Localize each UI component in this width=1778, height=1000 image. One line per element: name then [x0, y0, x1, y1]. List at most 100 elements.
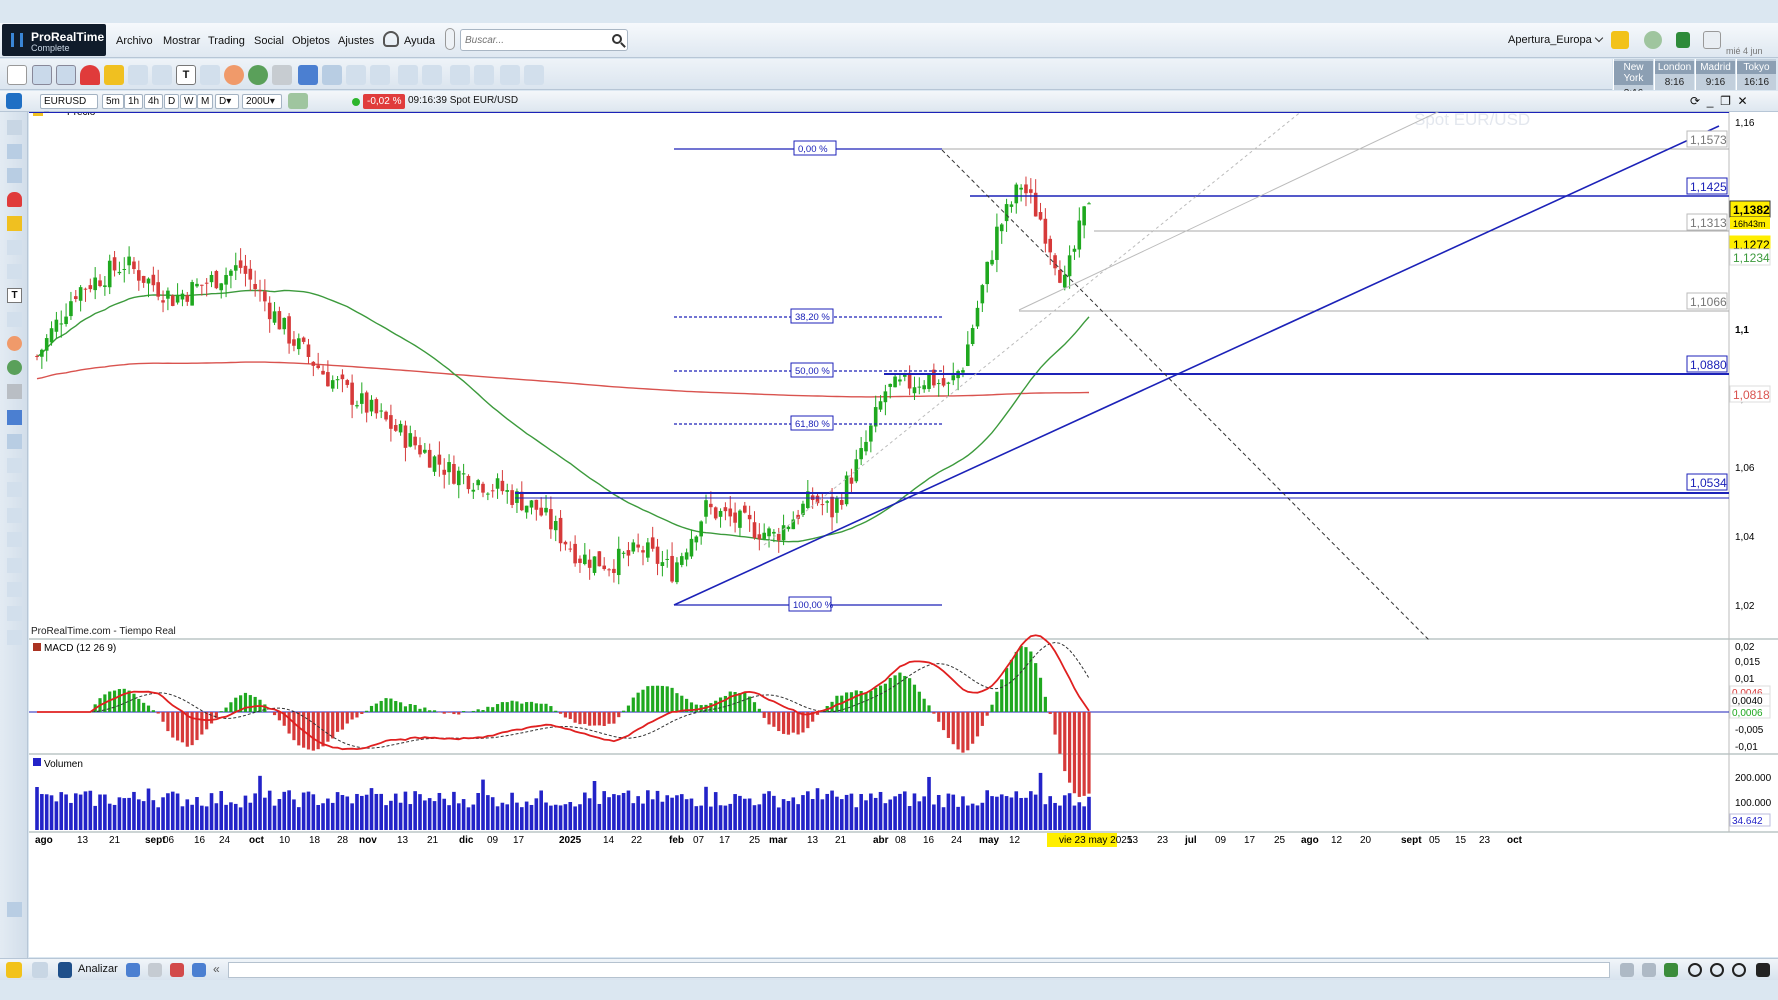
tf-w[interactable]: W — [180, 94, 198, 109]
ellipse-icon[interactable] — [7, 336, 22, 351]
arrow-tool-icon[interactable] — [370, 65, 390, 85]
headset-icon[interactable] — [383, 31, 399, 47]
tf-4h[interactable]: 4h — [144, 94, 164, 109]
trash-icon[interactable] — [272, 65, 292, 85]
settings-icon[interactable] — [7, 902, 22, 917]
fullscreen-icon[interactable] — [1756, 963, 1770, 977]
redo-icon[interactable] — [1642, 963, 1656, 977]
table-icon[interactable] — [148, 963, 162, 977]
windows-icon[interactable] — [192, 963, 206, 977]
menu-trading[interactable]: Trading — [208, 35, 245, 47]
orders-icon[interactable] — [170, 963, 184, 977]
hline-icon[interactable] — [7, 558, 22, 573]
line-tool-icon[interactable] — [152, 65, 172, 85]
lock-icon[interactable] — [104, 65, 124, 85]
hline-tool-icon[interactable] — [500, 65, 520, 85]
calculator-icon[interactable] — [1676, 32, 1690, 48]
eye-icon[interactable] — [56, 65, 76, 85]
zoom-fit-icon[interactable] — [1688, 963, 1702, 977]
zoom-tool-icon[interactable] — [32, 65, 52, 85]
menu-objetos[interactable]: Objetos — [292, 35, 330, 47]
macd-histogram-bar — [360, 712, 364, 715]
analyze-icon[interactable] — [58, 962, 72, 978]
macd-histogram-bar — [791, 712, 795, 733]
indicator-icon[interactable] — [1664, 963, 1678, 977]
magnet-icon[interactable] — [80, 65, 100, 85]
window-controls[interactable]: ⟳ _ ❐ ✕ — [1690, 94, 1748, 108]
chart-style-icon[interactable] — [288, 93, 308, 109]
ruler-icon[interactable] — [128, 65, 148, 85]
price-chart[interactable]: Precio Spot EUR/USDProRealTime.com - Tiem… — [29, 112, 1778, 957]
hatch-icon[interactable] — [474, 65, 494, 85]
fibonacci-icon[interactable] — [298, 65, 318, 85]
text-icon[interactable]: T — [7, 288, 22, 303]
chart-icon[interactable] — [126, 963, 140, 977]
hline2-icon[interactable] — [7, 606, 22, 621]
data-source-label: ProRealTime.com - Tiempo Real — [31, 626, 176, 637]
menu-social[interactable]: Social — [254, 35, 284, 47]
trash-icon[interactable] — [7, 384, 22, 399]
menu-mostrar[interactable]: Mostrar — [163, 35, 200, 47]
alerts-icon[interactable] — [1611, 31, 1629, 49]
cursor-icon[interactable] — [7, 120, 22, 135]
polyline-icon[interactable] — [7, 532, 22, 547]
tf-5m[interactable]: 5m — [102, 94, 124, 109]
refresh-icon[interactable] — [1644, 31, 1662, 49]
time-axis-label: 24 — [951, 835, 963, 846]
workspace-name: Apertura_Europa — [1508, 34, 1592, 46]
arrow-icon[interactable] — [7, 482, 22, 497]
pencil-icon[interactable] — [6, 962, 22, 978]
time-scrollbar[interactable] — [228, 962, 1610, 978]
fibo-icon[interactable] — [7, 410, 22, 425]
cycle-icon[interactable] — [7, 360, 22, 375]
candle-body — [830, 496, 834, 518]
lock-icon[interactable] — [7, 216, 22, 231]
channel-icon[interactable] — [7, 434, 22, 449]
menu-ajustes[interactable]: Ajustes — [338, 35, 374, 47]
search-box[interactable] — [460, 29, 628, 51]
tf-d[interactable]: D — [164, 94, 180, 109]
units-selector[interactable]: 200U▾ — [242, 94, 282, 109]
cycle-tool-icon[interactable] — [248, 65, 268, 85]
magnet-icon[interactable] — [7, 192, 22, 207]
tf-1h[interactable]: 1h — [124, 94, 144, 109]
segment-icon[interactable] — [7, 508, 22, 523]
menu-archivo[interactable]: Archivo — [116, 35, 153, 47]
menu-ayuda[interactable]: Ayuda — [404, 35, 435, 47]
channel-icon[interactable] — [322, 65, 342, 85]
polyline-icon[interactable] — [422, 65, 442, 85]
scan-icon[interactable] — [32, 962, 48, 978]
hatch-icon[interactable] — [7, 582, 22, 597]
candle-body — [200, 284, 204, 286]
search-icon[interactable] — [612, 34, 622, 44]
text-tool-icon[interactable]: T — [176, 65, 196, 85]
trendline-icon[interactable] — [7, 458, 22, 473]
workspace-selector[interactable]: Apertura_Europa — [1508, 33, 1604, 46]
volume-bar — [825, 793, 830, 830]
tf-m[interactable]: M — [197, 94, 214, 109]
segment-icon[interactable] — [398, 65, 418, 85]
zoom-in-icon[interactable] — [1732, 963, 1746, 977]
search-input[interactable] — [461, 30, 601, 50]
analizar-button[interactable]: Analizar — [78, 963, 118, 975]
extend-line-icon[interactable] — [524, 65, 544, 85]
zoom-icon[interactable] — [7, 144, 22, 159]
measure-icon[interactable] — [7, 240, 22, 255]
trend-line-icon[interactable] — [346, 65, 366, 85]
extend-icon[interactable] — [7, 630, 22, 645]
pointer-icon[interactable] — [7, 65, 27, 85]
horizontal-line-icon[interactable] — [450, 65, 470, 85]
ellipse-tool-icon[interactable] — [224, 65, 244, 85]
rectangle-tool-icon[interactable] — [200, 65, 220, 85]
undo-icon[interactable] — [1620, 963, 1634, 977]
period-selector[interactable]: D▾ — [215, 94, 239, 109]
volume-bar — [122, 798, 127, 830]
view-icon[interactable] — [7, 168, 22, 183]
layout-icon[interactable] — [1703, 31, 1721, 49]
line-icon[interactable] — [7, 264, 22, 279]
scroll-left-icon[interactable]: « — [213, 962, 220, 976]
symbol-selector[interactable]: EURUSD ▾ — [40, 94, 98, 120]
zoom-out-icon[interactable] — [1710, 963, 1724, 977]
rect-icon[interactable] — [7, 312, 22, 327]
chart-area[interactable]: Precio Spot EUR/USD ProRealTime.com - Tiem… — [29, 112, 1778, 957]
